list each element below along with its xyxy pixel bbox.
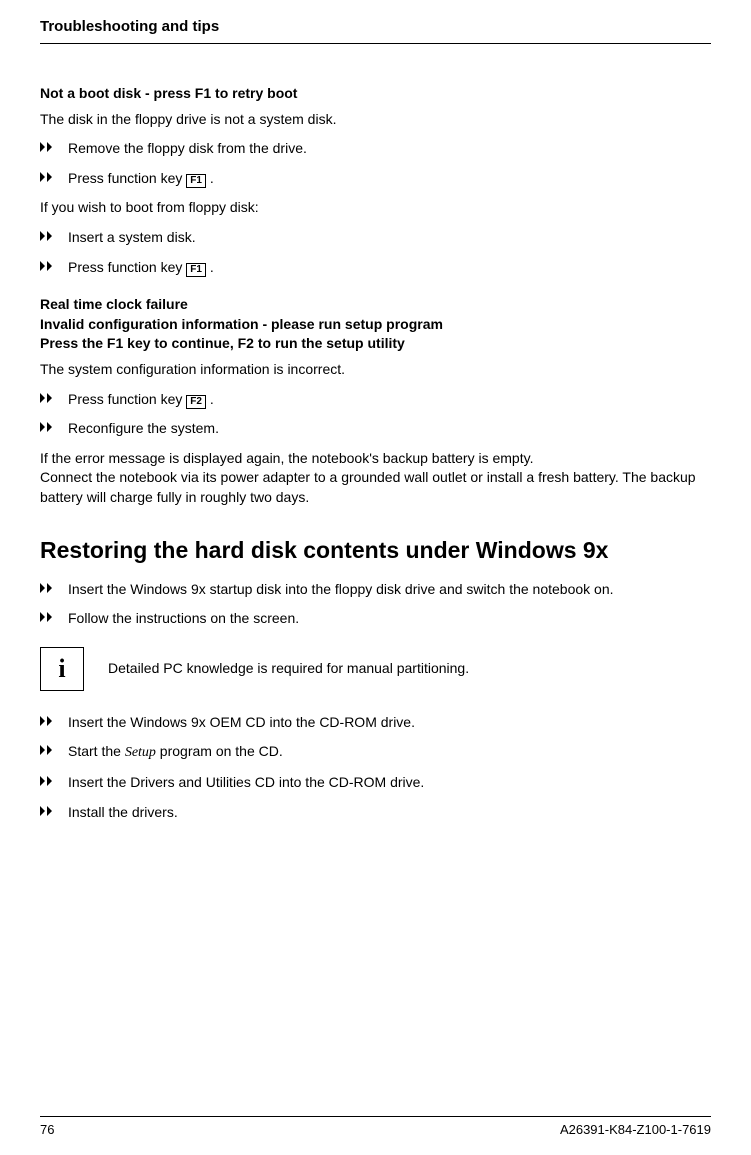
step-marker-icon: [40, 742, 68, 755]
section1-mid: If you wish to boot from floppy disk:: [40, 198, 711, 218]
section2-tail: If the error message is displayed again,…: [40, 449, 711, 508]
list-item: Reconfigure the system.: [40, 419, 711, 439]
step-text: Insert the Drivers and Utilities CD into…: [68, 773, 711, 793]
step-text: Insert the Windows 9x OEM CD into the CD…: [68, 713, 711, 733]
heading-line: Invalid configuration information - plea…: [40, 315, 711, 335]
step-text: Insert a system disk.: [68, 228, 711, 248]
list-item: Start the Setup program on the CD.: [40, 742, 711, 763]
heading-line: Real time clock failure: [40, 295, 711, 315]
text-prefix: Press function key: [68, 259, 186, 275]
step-marker-icon: [40, 803, 68, 816]
section3-steps-a: Insert the Windows 9x startup disk into …: [40, 580, 711, 629]
section2-heading: Real time clock failure Invalid configur…: [40, 295, 711, 354]
list-item: Insert the Drivers and Utilities CD into…: [40, 773, 711, 793]
step-marker-icon: [40, 258, 68, 271]
step-text: Press function key F1 .: [68, 169, 711, 189]
step-marker-icon: [40, 419, 68, 432]
tail-line: If the error message is displayed again,…: [40, 449, 711, 469]
list-item: Insert a system disk.: [40, 228, 711, 248]
step-marker-icon: [40, 609, 68, 622]
section1-intro: The disk in the floppy drive is not a sy…: [40, 110, 711, 130]
list-item: Press function key F2 .: [40, 390, 711, 410]
step-marker-icon: [40, 773, 68, 786]
info-icon: i: [40, 647, 84, 691]
step-text: Press function key F1 .: [68, 258, 711, 278]
list-item: Remove the floppy disk from the drive.: [40, 139, 711, 159]
list-item: Insert the Windows 9x startup disk into …: [40, 580, 711, 600]
step-marker-icon: [40, 713, 68, 726]
section2-intro: The system configuration information is …: [40, 360, 711, 380]
page-number: 76: [40, 1121, 54, 1139]
list-item: Install the drivers.: [40, 803, 711, 823]
info-text: Detailed PC knowledge is required for ma…: [108, 659, 469, 679]
step-marker-icon: [40, 580, 68, 593]
step-marker-icon: [40, 169, 68, 182]
step-text: Insert the Windows 9x startup disk into …: [68, 580, 711, 600]
tail-line: Connect the notebook via its power adapt…: [40, 468, 711, 507]
text-suffix: .: [206, 170, 214, 186]
list-item: Press function key F1 .: [40, 169, 711, 189]
step-text: Follow the instructions on the screen.: [68, 609, 711, 629]
step-text: Press function key F2 .: [68, 390, 711, 410]
key-f2: F2: [186, 395, 206, 409]
text-prefix: Start the: [68, 743, 125, 759]
list-item: Insert the Windows 9x OEM CD into the CD…: [40, 713, 711, 733]
section1-heading: Not a boot disk - press F1 to retry boot: [40, 84, 711, 104]
section3-heading: Restoring the hard disk contents under W…: [40, 534, 711, 566]
page-header: Troubleshooting and tips: [40, 16, 711, 44]
section3-steps-b: Insert the Windows 9x OEM CD into the CD…: [40, 713, 711, 822]
step-marker-icon: [40, 390, 68, 403]
text-suffix: program on the CD.: [156, 743, 283, 759]
step-text: Remove the floppy disk from the drive.: [68, 139, 711, 159]
info-box: i Detailed PC knowledge is required for …: [40, 647, 711, 691]
page-footer: 76 A26391-K84-Z100-1-7619: [40, 1116, 711, 1139]
section1-steps-b: Insert a system disk. Press function key…: [40, 228, 711, 277]
italic-text: Setup: [125, 745, 156, 760]
step-marker-icon: [40, 228, 68, 241]
document-id: A26391-K84-Z100-1-7619: [560, 1121, 711, 1139]
key-f1: F1: [186, 174, 206, 188]
text-suffix: .: [206, 391, 214, 407]
heading-line: Press the F1 key to continue, F2 to run …: [40, 334, 711, 354]
list-item: Follow the instructions on the screen.: [40, 609, 711, 629]
section2-steps: Press function key F2 . Reconfigure the …: [40, 390, 711, 439]
step-text: Reconfigure the system.: [68, 419, 711, 439]
text-prefix: Press function key: [68, 170, 186, 186]
step-marker-icon: [40, 139, 68, 152]
text-suffix: .: [206, 259, 214, 275]
section1-steps-a: Remove the floppy disk from the drive. P…: [40, 139, 711, 188]
text-prefix: Press function key: [68, 391, 186, 407]
key-f1: F1: [186, 263, 206, 277]
step-text: Install the drivers.: [68, 803, 711, 823]
list-item: Press function key F1 .: [40, 258, 711, 278]
step-text: Start the Setup program on the CD.: [68, 742, 711, 763]
